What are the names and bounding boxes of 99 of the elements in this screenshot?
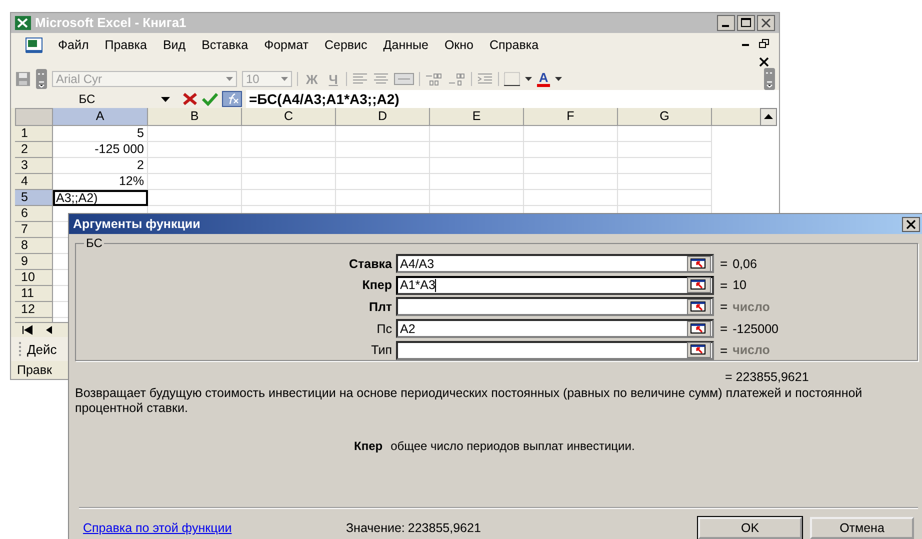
restore-icon[interactable] bbox=[759, 38, 769, 49]
row-header[interactable]: 10 bbox=[15, 270, 53, 286]
table-cell: 12% bbox=[53, 174, 148, 190]
first-sheet-icon[interactable] bbox=[21, 325, 35, 336]
field-value: A4/A3 bbox=[400, 256, 434, 271]
borders-icon[interactable] bbox=[504, 72, 520, 86]
menu-item[interactable]: Окно bbox=[439, 36, 484, 52]
menu-item[interactable]: Вид bbox=[158, 36, 197, 52]
input-field[interactable] bbox=[396, 297, 714, 316]
status-text: Правк bbox=[17, 363, 52, 378]
column-header[interactable]: B bbox=[148, 108, 242, 126]
toolbar-options-icon[interactable] bbox=[36, 69, 47, 90]
excel-logo-icon bbox=[15, 16, 31, 30]
input-field[interactable]: A2 bbox=[396, 319, 714, 338]
scroll-up-icon[interactable] bbox=[760, 108, 777, 126]
workbook-icon[interactable] bbox=[23, 36, 45, 55]
menu-item[interactable]: Файл bbox=[53, 36, 100, 52]
argument-description: общее число периодов выплат инвестиции. bbox=[390, 439, 635, 453]
column-header[interactable]: F bbox=[524, 108, 618, 126]
window-title: Microsoft Excel - Книга1 bbox=[35, 15, 188, 30]
value-label: Значение: bbox=[346, 521, 405, 535]
collapse-dialog-icon[interactable] bbox=[687, 256, 711, 272]
column-header[interactable]: C bbox=[242, 108, 336, 126]
menu-item[interactable]: Формат bbox=[259, 36, 320, 52]
collapse-dialog-icon[interactable] bbox=[687, 320, 711, 337]
row-header[interactable]: 9 bbox=[15, 254, 53, 270]
dropdown-arrow-icon[interactable] bbox=[555, 77, 562, 82]
menu-item[interactable]: Вставка bbox=[196, 36, 260, 52]
equals-sign: = bbox=[720, 342, 728, 358]
header-strip bbox=[712, 108, 760, 126]
dropdown-arrow-icon[interactable] bbox=[524, 77, 532, 82]
field-value: A1*A3 bbox=[400, 278, 436, 292]
column-header[interactable]: G bbox=[618, 108, 712, 126]
dropdown-arrow-icon[interactable] bbox=[161, 96, 170, 102]
function-description: Возвращает будущую стоимость инвестиции на основе периодических постоянных (равных по величине сумм) платежей и постоянной процентной ставки. bbox=[75, 386, 864, 416]
argument-result: число bbox=[732, 300, 770, 314]
collapse-dialog-icon[interactable] bbox=[687, 298, 711, 315]
close-icon[interactable] bbox=[759, 56, 769, 67]
column-header[interactable]: D bbox=[336, 108, 430, 126]
argument-name: Кпер bbox=[354, 439, 383, 453]
argument-label: Кпер bbox=[361, 278, 393, 292]
dropdown-arrow-icon bbox=[281, 77, 288, 82]
argument-result: -125000 bbox=[732, 322, 778, 336]
row-header[interactable]: 12 bbox=[15, 302, 53, 318]
close-icon[interactable] bbox=[902, 216, 920, 232]
maximize-icon[interactable] bbox=[737, 14, 755, 31]
field-value: A2 bbox=[400, 322, 416, 336]
argument-result: 0,06 bbox=[732, 256, 757, 271]
menu-item[interactable]: Сервис bbox=[319, 36, 378, 52]
table-cell: 2 bbox=[53, 158, 148, 174]
minimize-icon[interactable] bbox=[717, 14, 735, 31]
dialog-button[interactable]: OK bbox=[698, 517, 802, 539]
value-text: 223855,9621 bbox=[408, 521, 481, 535]
column-header[interactable]: E bbox=[430, 108, 524, 126]
cancel-icon[interactable] bbox=[182, 92, 198, 106]
row-header[interactable]: 5 bbox=[15, 190, 53, 206]
menu-item[interactable]: Правка bbox=[100, 36, 158, 52]
input-field[interactable]: A1*A3 bbox=[396, 276, 714, 295]
font-color-button[interactable]: A bbox=[536, 71, 550, 88]
equals-sign: = bbox=[720, 299, 728, 314]
insert-function-icon[interactable] bbox=[222, 91, 242, 108]
input-field[interactable] bbox=[396, 340, 714, 360]
text-cursor bbox=[435, 278, 436, 292]
table-cell: -125 000 bbox=[53, 142, 148, 158]
help-link[interactable]: Справка по этой функции bbox=[83, 521, 346, 535]
equals-sign: = bbox=[720, 278, 728, 293]
drawing-toolbar-label[interactable]: Дейс bbox=[27, 342, 57, 357]
row-header[interactable]: 1 bbox=[15, 126, 53, 142]
row-header[interactable]: 3 bbox=[15, 158, 53, 174]
row-header[interactable]: 11 bbox=[15, 286, 53, 302]
collapse-dialog-icon[interactable] bbox=[687, 277, 711, 294]
formula-result: = 223855,9621 bbox=[725, 370, 810, 384]
menu-item[interactable]: Данные bbox=[378, 36, 440, 52]
table-cell: A3;;A2) bbox=[53, 190, 148, 206]
close-icon[interactable] bbox=[757, 14, 775, 31]
equals-sign: = bbox=[720, 256, 728, 272]
argument-result: 10 bbox=[732, 278, 746, 292]
argument-label: Плт bbox=[368, 300, 393, 314]
group-label: БС bbox=[84, 236, 104, 250]
table-cell: 5 bbox=[53, 126, 148, 142]
argument-label: Ставка bbox=[348, 256, 393, 271]
input-field[interactable]: A4/A3 bbox=[396, 254, 714, 274]
row-header[interactable]: 8 bbox=[15, 238, 53, 254]
row-header[interactable]: 2 bbox=[15, 142, 53, 158]
row-header[interactable]: 6 bbox=[15, 206, 53, 222]
dropdown-arrow-icon bbox=[226, 77, 233, 82]
dialog-button[interactable]: Отмена bbox=[810, 517, 914, 539]
dialog-title: Аргументы функции bbox=[73, 217, 200, 231]
collapse-dialog-icon[interactable] bbox=[687, 342, 711, 358]
argument-result: число bbox=[732, 343, 770, 358]
argument-label: Тип bbox=[370, 343, 393, 358]
menu-item[interactable]: Справка bbox=[484, 36, 550, 52]
column-header[interactable]: A bbox=[53, 108, 148, 126]
equals-sign: = bbox=[720, 321, 728, 336]
argument-label: Пс bbox=[376, 322, 393, 336]
formula-field[interactable]: =БС(A4/A3;A1*A3;;A2) bbox=[246, 90, 779, 108]
row-header[interactable]: 4 bbox=[15, 174, 53, 190]
row-header[interactable]: 7 bbox=[15, 222, 53, 238]
checkmark-icon[interactable] bbox=[202, 92, 218, 106]
